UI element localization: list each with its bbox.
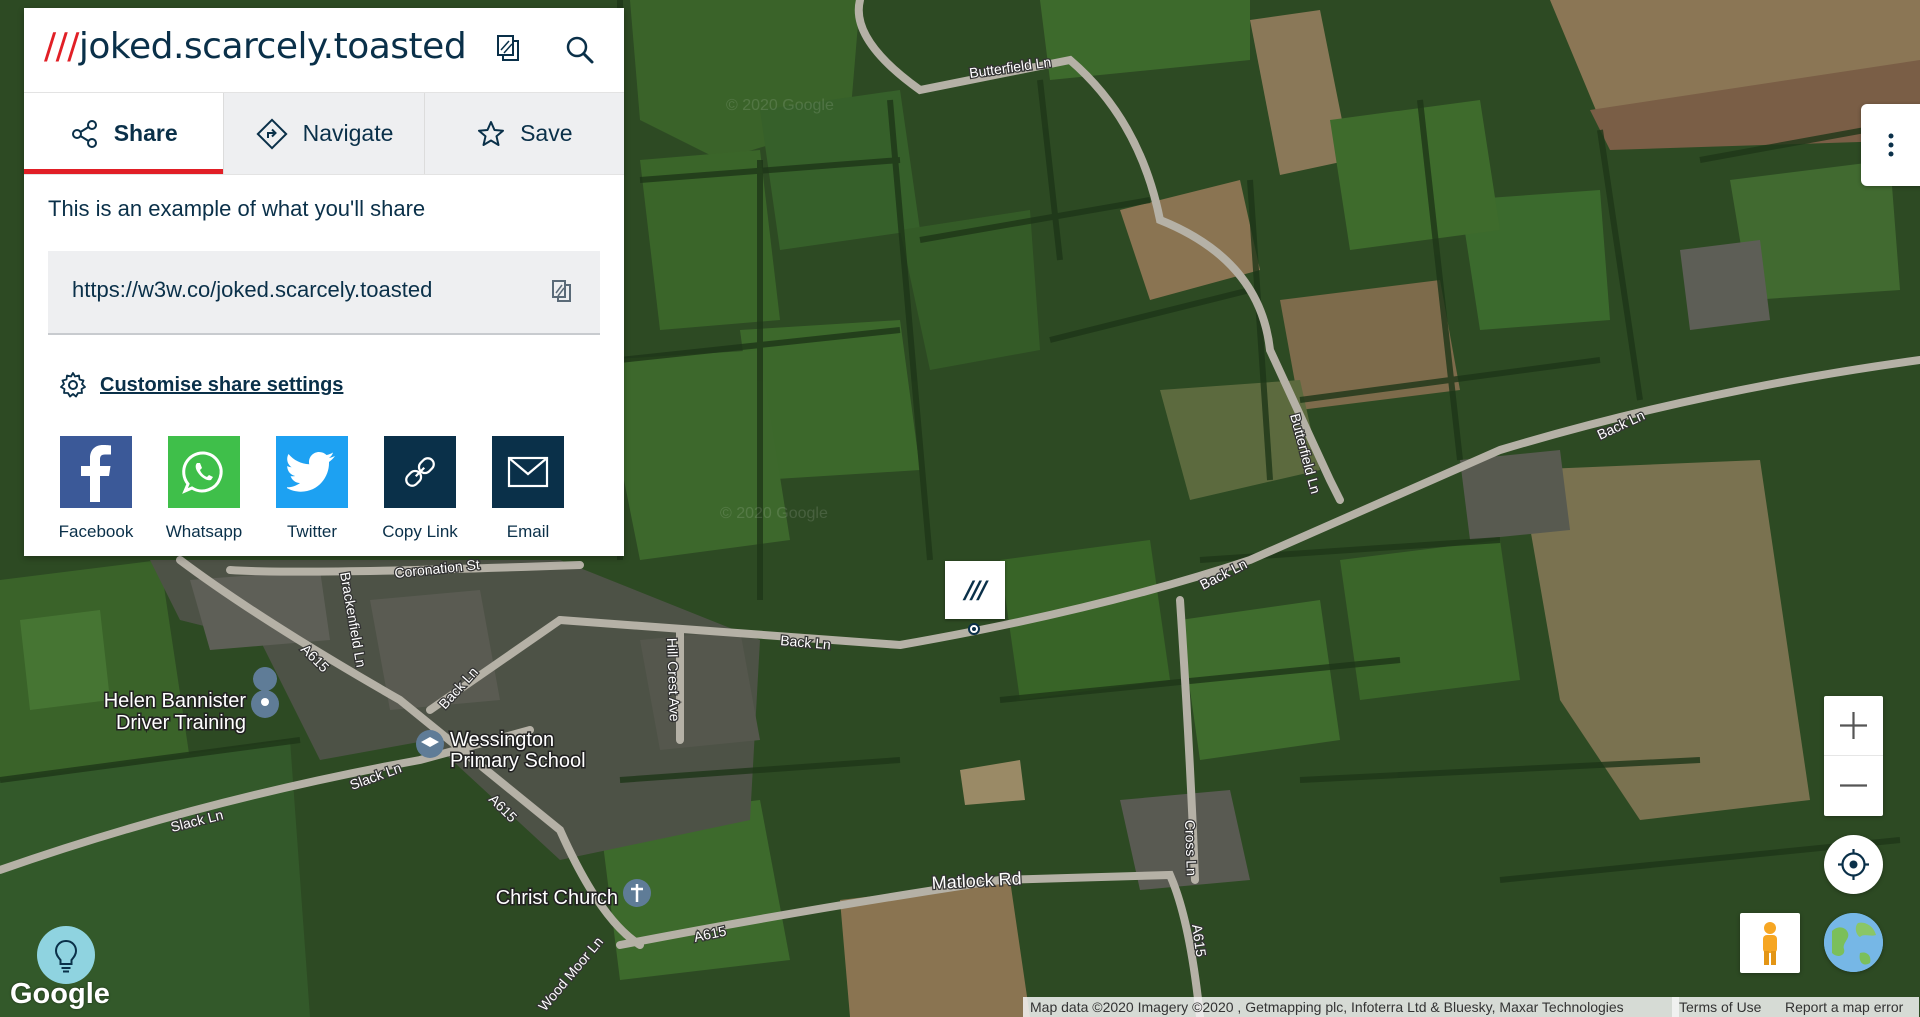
panel-header: ///joked.scarcely.toasted bbox=[24, 8, 624, 93]
marker-slashes: /// bbox=[964, 576, 987, 604]
share-facebook-button[interactable]: Facebook bbox=[59, 436, 133, 542]
three-word-address: ///joked.scarcely.toasted bbox=[44, 26, 467, 67]
share-email-label: Email bbox=[506, 522, 550, 541]
tab-save[interactable]: Save bbox=[424, 93, 624, 174]
share-url-box[interactable]: https://w3w.co/joked.scarcely.toasted bbox=[48, 251, 600, 335]
customise-settings-link[interactable]: Customise share settings bbox=[100, 374, 343, 397]
share-url[interactable]: https://w3w.co/joked.scarcely.toasted bbox=[72, 277, 432, 303]
terms-of-use-link[interactable]: Terms of Use bbox=[1672, 997, 1778, 1017]
pegman-icon bbox=[1763, 922, 1777, 965]
tab-navigate-label: Navigate bbox=[302, 120, 394, 146]
twitter-tile bbox=[276, 436, 348, 508]
tips-lightbulb-button[interactable] bbox=[37, 926, 95, 984]
street-view-pegman[interactable] bbox=[1740, 913, 1800, 973]
road-label-cross-ln: Cross Ln bbox=[1182, 820, 1200, 877]
share-description: This is an example of what you'll share bbox=[48, 196, 426, 221]
map-attribution: Map data ©2020 Imagery ©2020 , Getmappin… bbox=[1023, 997, 1679, 1017]
poi-label-driver-training-1: Helen Bannister bbox=[104, 690, 247, 712]
map-type-globe-button[interactable] bbox=[1824, 913, 1883, 972]
poi-label-school-1: Wessington bbox=[450, 729, 554, 751]
w3w-location-marker[interactable]: /// bbox=[945, 561, 1005, 619]
road-label-hill-crest-ave: Hill Crest Ave bbox=[664, 638, 683, 722]
share-twitter-button[interactable]: Twitter bbox=[276, 436, 348, 542]
email-tile bbox=[492, 436, 564, 508]
share-email-button[interactable]: Email bbox=[492, 436, 564, 542]
copy-link-tile bbox=[384, 436, 456, 508]
share-buttons: Facebook Whatsapp Twitter Copy Link Emai… bbox=[59, 436, 564, 542]
more-options-button[interactable] bbox=[1861, 104, 1920, 186]
whatsapp-tile bbox=[168, 436, 240, 508]
marker-dot bbox=[972, 627, 976, 631]
link-icon bbox=[405, 457, 435, 487]
facebook-tile bbox=[60, 436, 132, 508]
panel-tabs: Share Navigate Save bbox=[24, 93, 624, 175]
tab-share-label: Share bbox=[113, 120, 178, 146]
tab-navigate[interactable]: Navigate bbox=[224, 93, 425, 174]
share-copy-link-label: Copy Link bbox=[382, 522, 458, 541]
crosshair-icon bbox=[1838, 849, 1869, 880]
three-words: joked.scarcely.toasted bbox=[78, 26, 467, 67]
share-panel: ///joked.scarcely.toasted Share Navigate… bbox=[24, 8, 624, 556]
globe-icon bbox=[1824, 913, 1883, 972]
google-logo: Google bbox=[10, 978, 110, 1010]
share-icon bbox=[71, 119, 97, 148]
navigate-icon bbox=[256, 117, 288, 150]
poi-label-church: Christ Church bbox=[496, 887, 618, 909]
zoom-controls bbox=[1824, 696, 1883, 816]
watermark-1: © 2020 Google bbox=[726, 97, 834, 114]
copy-url-icon[interactable] bbox=[548, 277, 578, 307]
tab-share[interactable]: Share bbox=[24, 93, 225, 174]
report-map-error-link[interactable]: Report a map error bbox=[1778, 997, 1919, 1017]
twitter-icon bbox=[287, 452, 335, 492]
plus-icon bbox=[1840, 712, 1867, 739]
customise-settings-row[interactable]: Customise share settings bbox=[58, 370, 343, 400]
poi-label-school-2: Primary School bbox=[450, 750, 586, 772]
share-whatsapp-label: Whatsapp bbox=[165, 522, 243, 541]
star-icon bbox=[478, 120, 505, 146]
w3w-slashes: /// bbox=[44, 26, 79, 67]
email-icon bbox=[507, 456, 549, 488]
gear-icon bbox=[60, 372, 86, 398]
my-location-button[interactable] bbox=[1824, 835, 1883, 894]
share-facebook-label: Facebook bbox=[58, 522, 134, 541]
copy-icon bbox=[497, 35, 519, 61]
copy-address-button[interactable] bbox=[490, 30, 530, 70]
poi-label-driver-training-2: Driver Training bbox=[116, 712, 246, 734]
zoom-out-button[interactable] bbox=[1824, 756, 1883, 815]
minus-icon bbox=[1840, 784, 1867, 787]
search-button[interactable] bbox=[560, 30, 600, 70]
search-icon bbox=[566, 36, 594, 64]
whatsapp-icon bbox=[182, 451, 223, 494]
lightbulb-icon bbox=[54, 939, 78, 973]
share-whatsapp-button[interactable]: Whatsapp bbox=[166, 436, 242, 542]
share-copy-link-button[interactable]: Copy Link bbox=[382, 436, 458, 542]
facebook-icon bbox=[81, 445, 111, 502]
share-twitter-label: Twitter bbox=[286, 522, 338, 541]
watermark-2: © 2020 Google bbox=[720, 505, 828, 522]
tab-save-label: Save bbox=[520, 120, 573, 146]
kebab-menu-icon bbox=[1888, 133, 1894, 157]
zoom-in-button[interactable] bbox=[1824, 696, 1883, 756]
